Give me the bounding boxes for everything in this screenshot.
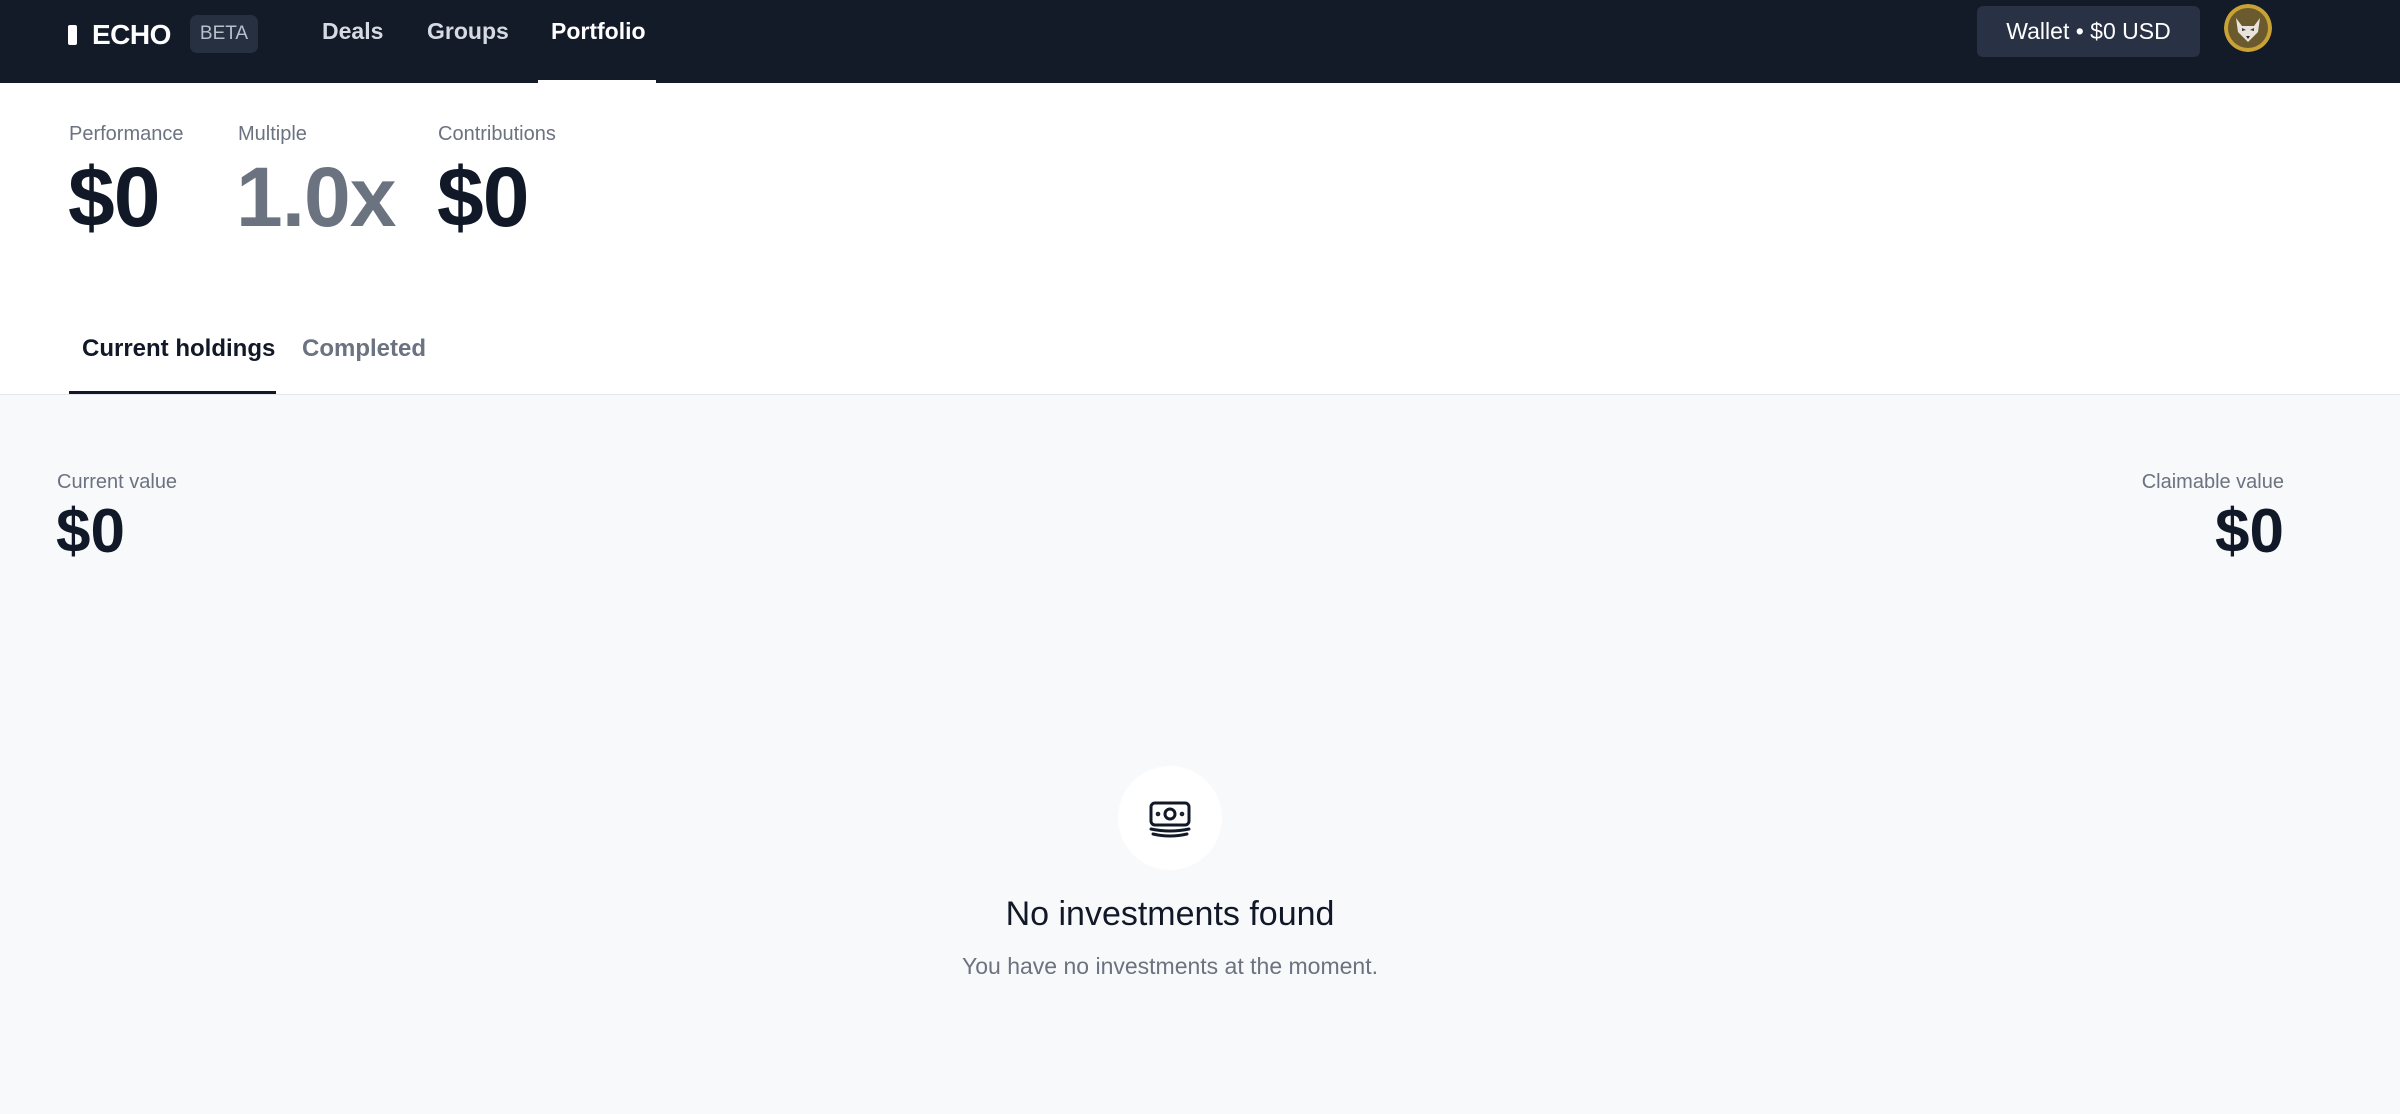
wallet-button[interactable]: Wallet • $0 USD bbox=[1977, 6, 2200, 57]
multiple-value: 1.0x bbox=[236, 150, 396, 244]
contributions-label: Contributions bbox=[438, 123, 556, 145]
contributions-value: $0 bbox=[437, 150, 529, 244]
nav-groups[interactable]: Groups bbox=[427, 18, 509, 50]
empty-state-icon-circle bbox=[1118, 766, 1222, 870]
divider bbox=[0, 394, 2400, 395]
nav-deals[interactable]: Deals bbox=[322, 18, 383, 50]
tab-current-holdings[interactable]: Current holdings bbox=[82, 335, 275, 363]
performance-value: $0 bbox=[68, 150, 160, 244]
empty-state-subtitle: You have no investments at the moment. bbox=[962, 953, 1378, 979]
logo-text: ECHO bbox=[92, 19, 171, 50]
claimable-value-label: Claimable value bbox=[2141, 471, 2284, 493]
beta-badge: BETA bbox=[190, 15, 258, 53]
claimable-value-amount: $0 bbox=[2215, 497, 2284, 566]
nav-portfolio[interactable]: Portfolio bbox=[551, 18, 646, 50]
top-navbar: ECHO BETA Deals Groups Portfolio Wallet … bbox=[0, 0, 2400, 83]
wolf-avatar-icon[interactable] bbox=[2224, 4, 2272, 52]
echo-logo[interactable]: ECHO bbox=[68, 19, 171, 50]
performance-label: Performance bbox=[69, 123, 184, 145]
tab-completed[interactable]: Completed bbox=[302, 335, 426, 363]
logo-mark-icon bbox=[68, 25, 77, 45]
current-value-label: Current value bbox=[57, 471, 178, 493]
multiple-label: Multiple bbox=[238, 123, 307, 145]
empty-state-title: No investments found bbox=[1005, 895, 1335, 933]
banknote-icon bbox=[1149, 801, 1191, 838]
current-value-amount: $0 bbox=[56, 497, 125, 566]
portfolio-summary: Performance $0 Multiple 1.0x Contributio… bbox=[0, 83, 2400, 395]
